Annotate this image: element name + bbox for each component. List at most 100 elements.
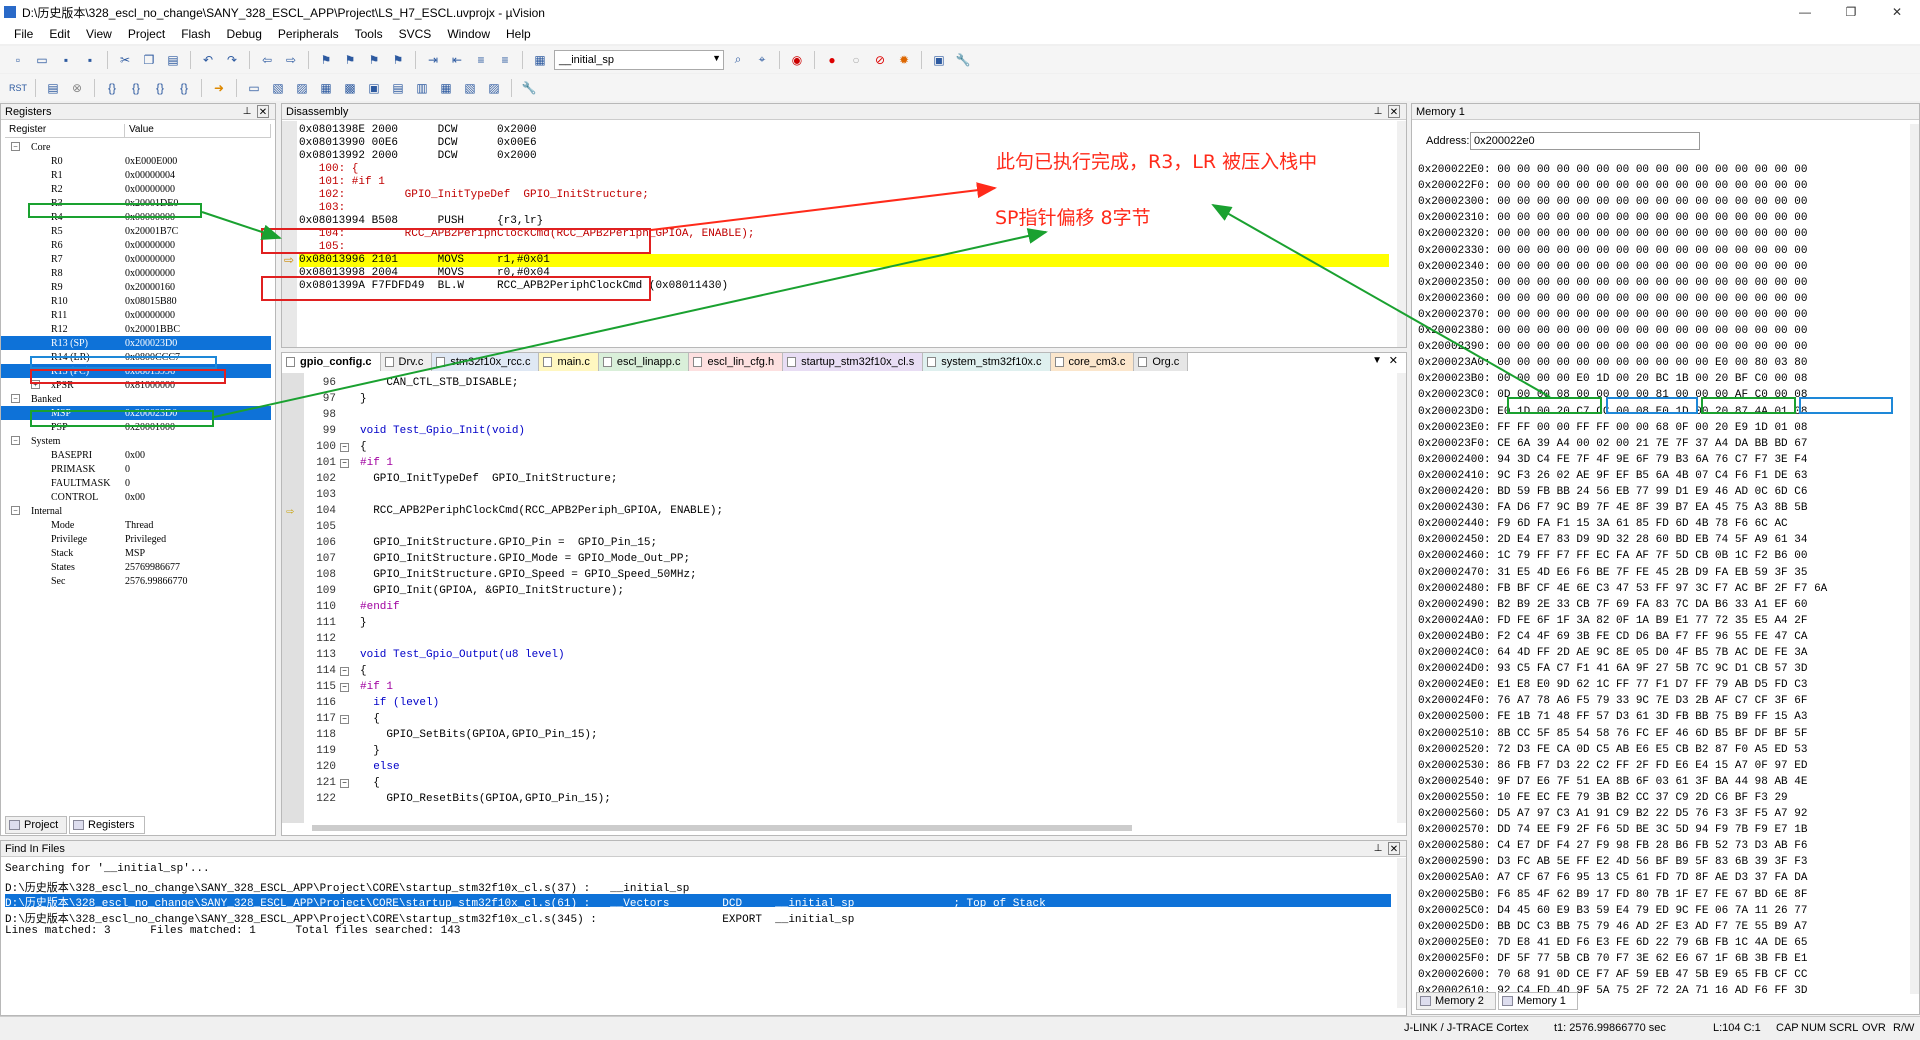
disable-all-breakpoints-icon[interactable]: ⊘ [870,50,890,70]
memory-row[interactable]: 0x20002310: 00 00 00 00 00 00 00 00 00 0… [1418,212,1807,225]
register-value[interactable]: MSP [125,548,145,559]
find-result-line[interactable]: D:\历史版本\328_escl_no_change\SANY_328_ESCL… [5,879,689,895]
menu-svcs[interactable]: SVCS [391,27,440,41]
fold-toggle-icon[interactable]: − [340,443,349,452]
address-input[interactable] [1470,132,1700,150]
tab-memory2[interactable]: Memory 2 [1416,992,1496,1010]
pin-icon[interactable]: ⊥ [241,105,253,118]
register-row[interactable]: R11 0x00000000 [1,308,271,322]
memory-row[interactable]: 0x200024F0: 76 A7 78 A6 F5 79 33 9C 7E D… [1418,695,1807,708]
collapse-toggle-icon[interactable]: − [11,436,20,445]
tab-escl-linapp-c[interactable]: escl_linapp.c [598,353,690,371]
disasm-instruction-line[interactable]: 0x08013994 B508 PUSH {r3,lr} [299,215,543,228]
memory-row[interactable]: 0x200022F0: 00 00 00 00 00 00 00 00 00 0… [1418,180,1807,193]
code-line[interactable]: 121− { [282,777,1392,790]
register-value[interactable]: 0 [125,464,130,475]
memory-row[interactable]: 0x20002430: FA D6 F7 9C B9 7F 4E 8F 39 B… [1418,502,1807,515]
find-scrollbar[interactable] [1397,858,1406,1008]
undo-icon[interactable]: ↶ [198,50,218,70]
code-line[interactable]: 111} [282,617,1392,630]
disasm-instruction-line[interactable]: 0x08013992 2000 DCW 0x2000 [299,150,537,163]
memory-row[interactable]: 0x20002300: 00 00 00 00 00 00 00 00 00 0… [1418,196,1807,209]
code-line[interactable]: 117− { [282,713,1392,726]
memory-window-icon[interactable]: ▤ [388,78,408,98]
disassembly-scrollbar[interactable] [1397,121,1406,347]
collapse-toggle-icon[interactable]: − [11,394,20,403]
close-icon[interactable]: ✕ [1389,354,1398,367]
cut-icon[interactable]: ✂ [115,50,135,70]
memory-row[interactable]: 0x200025B0: F6 85 4F 62 B9 17 FD 80 7B 1… [1418,889,1807,902]
register-row[interactable]: R8 0x00000000 [1,266,271,280]
disable-breakpoint-icon[interactable]: ○ [846,50,866,70]
tab-core-cm3-c[interactable]: core_cm3.c [1050,353,1135,371]
memory-row[interactable]: 0x200024B0: F2 C4 4F 69 3B FE CD D6 BA F… [1418,631,1807,644]
register-row[interactable]: R6 0x00000000 [1,238,271,252]
register-value[interactable]: 0x00 [125,450,145,461]
memory-row[interactable]: 0x20002360: 00 00 00 00 00 00 00 00 00 0… [1418,293,1807,306]
memory-row[interactable]: 0x20002600: 70 68 91 0D CE F7 AF 59 EB 4… [1418,969,1807,982]
menu-debug[interactable]: Debug [219,27,270,41]
breakpoint-icon[interactable]: ● [822,50,842,70]
tab-startup-stm32f10x-cl-s[interactable]: startup_stm32f10x_cl.s [783,353,924,371]
register-value[interactable]: 0x20001B7C [125,226,178,237]
configure-icon[interactable]: 🔧 [953,50,973,70]
code-line[interactable]: 109 GPIO_Init(GPIOA, &GPIO_InitStructure… [282,585,1392,598]
code-line[interactable]: 113 void Test_Gpio_Output(u8 level) [282,649,1392,662]
debug-session-icon[interactable]: ◉ [787,50,807,70]
code-line[interactable]: 108 GPIO_InitStructure.GPIO_Speed = GPIO… [282,569,1392,582]
find-result-line[interactable]: D:\历史版本\328_escl_no_change\SANY_328_ESCL… [5,910,854,926]
memory-row[interactable]: 0x20002570: DD 74 EE F9 2F F6 5D BE 3C 5… [1418,824,1807,837]
nav-back-icon[interactable]: ⇦ [257,50,277,70]
step-over-icon[interactable]: {} [126,78,146,98]
memory-row[interactable]: 0x20002340: 00 00 00 00 00 00 00 00 00 0… [1418,261,1807,274]
unindent-icon[interactable]: ⇤ [447,50,467,70]
register-value[interactable]: 0x200023D0 [125,338,177,349]
register-row[interactable]: R9 0x20000160 [1,280,271,294]
memory-row[interactable]: 0x20002500: FE 1B 71 48 FF 57 D3 61 3D F… [1418,711,1807,724]
find-result-line[interactable]: D:\历史版本\328_escl_no_change\SANY_328_ESCL… [5,894,1391,910]
collapse-toggle-icon[interactable]: − [11,142,20,151]
new-file-icon[interactable]: ▫ [8,50,28,70]
menu-project[interactable]: Project [120,27,173,41]
code-line[interactable]: 98 [282,409,1392,422]
tab-main-c[interactable]: main.c [539,353,599,371]
fold-toggle-icon[interactable]: − [340,667,349,676]
register-row[interactable]: CONTROL 0x00 [1,490,271,504]
bookmark-icon[interactable]: ⚑ [316,50,336,70]
memory-row[interactable]: 0x20002460: 1C 79 FF F7 FF EC FA AF 7F 5… [1418,550,1807,563]
code-line[interactable]: 104 RCC_APB2PeriphClockCmd(RCC_APB2Perip… [282,504,1392,519]
memory-row[interactable]: 0x20002380: 00 00 00 00 00 00 00 00 00 0… [1418,325,1807,338]
memory-row[interactable]: 0x20002480: FB BF CF 4E 6E C3 47 53 FF 9… [1418,583,1827,596]
memory-row[interactable]: 0x20002450: 2D E4 E7 83 D9 9D 32 28 60 B… [1418,534,1807,547]
fold-toggle-icon[interactable]: − [340,459,349,468]
memory-row[interactable]: 0x20002560: D5 A7 97 C3 A1 91 C9 B2 22 D… [1418,808,1807,821]
memory-row[interactable]: 0x20002390: 00 00 00 00 00 00 00 00 00 0… [1418,341,1807,354]
fold-toggle-icon[interactable]: − [340,779,349,788]
register-value[interactable]: 0xE000E000 [125,156,177,167]
memory-row[interactable]: 0x20002490: B2 B9 2E 33 CB 7F 69 FA 83 7… [1418,599,1807,612]
step-into-icon[interactable]: {} [102,78,122,98]
col-register[interactable]: Register [5,124,125,137]
register-row[interactable]: Privilege Privileged [1,532,271,546]
code-line[interactable]: 119 } [282,745,1392,758]
uncomment-icon[interactable]: ≡ [495,50,515,70]
paste-icon[interactable]: ▤ [163,50,183,70]
register-group-system[interactable]: − System [1,434,271,448]
disasm-instruction-line[interactable]: 0x0801398E 2000 DCW 0x2000 [299,124,537,137]
code-line[interactable]: 115− #if 1 [282,681,1392,694]
register-row[interactable]: R5 0x20001B7C [1,224,271,238]
disasm-instruction-line[interactable]: 0x08013996 2101 MOVS r1,#0x01 [299,254,1389,267]
memory-row[interactable]: 0x200025C0: D4 45 60 E9 B3 59 E4 79 ED 9… [1418,905,1807,918]
window-layout-icon[interactable]: ▣ [929,50,949,70]
register-row[interactable]: Mode Thread [1,518,271,532]
tab-system-stm32f10x-c[interactable]: system_stm32f10x.c [923,353,1051,371]
code-line[interactable]: 105 [282,521,1392,534]
memory-row[interactable]: 0x20002580: C4 E7 DF F4 27 F9 98 FB 28 B… [1418,840,1807,853]
open-file-icon[interactable]: ▭ [32,50,52,70]
register-row[interactable]: R2 0x00000000 [1,182,271,196]
register-value[interactable]: 0x20001BBC [125,324,180,335]
indent-icon[interactable]: ⇥ [423,50,443,70]
fold-toggle-icon[interactable]: − [340,683,349,692]
memory-row[interactable]: 0x20002440: F9 6D FA F1 15 3A 61 85 FD 6… [1418,518,1788,531]
editor-scrollbar[interactable] [1397,373,1406,823]
